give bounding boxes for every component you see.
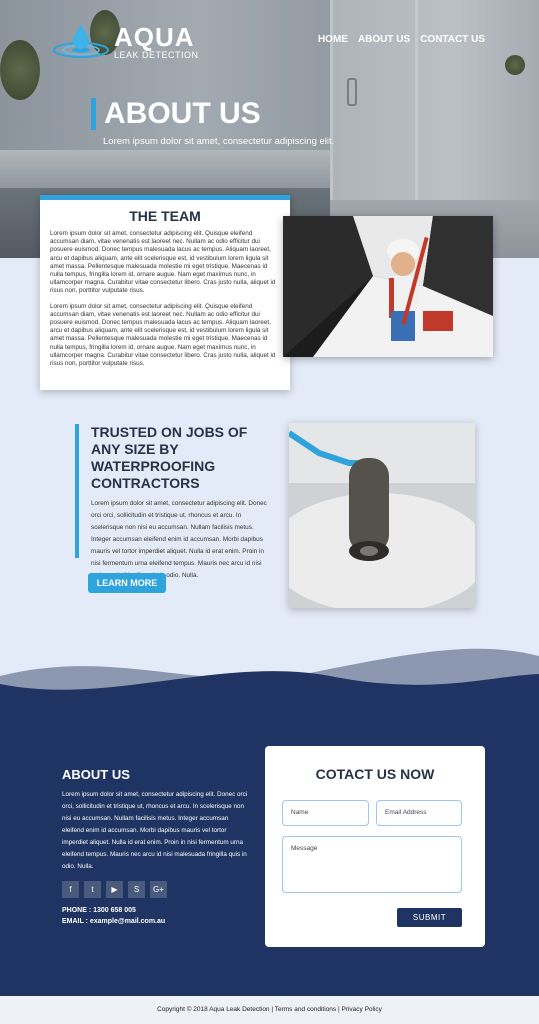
contact-form: COTACT US NOW Name Email Address Message… <box>265 746 485 947</box>
google-plus-icon[interactable]: G+ <box>150 881 167 898</box>
footer-about-text: Lorem ipsum dolor sit amet, consectetur … <box>62 791 248 870</box>
team-paragraph: Lorem ipsum dolor sit amet, consectetur … <box>50 230 276 295</box>
plumber-photo <box>283 216 493 357</box>
copyright-bar: Copyright © 2018 Aqua Leak Detection | T… <box>0 996 539 1024</box>
footer-email[interactable]: EMAIL : example@mail.com.au <box>62 918 165 925</box>
social-links: f t ▶ S G+ <box>62 881 167 898</box>
logo-text: AQUA LEAK DETECTION <box>114 24 199 60</box>
email-field[interactable]: Email Address <box>376 800 462 826</box>
hero-subtitle: Lorem ipsum dolor sit amet, consectetur … <box>103 136 335 147</box>
youtube-icon[interactable]: ▶ <box>106 881 123 898</box>
message-field[interactable]: Message <box>282 836 462 893</box>
nav-home[interactable]: HOME <box>318 34 348 45</box>
footer-phone: PHONE : 1300 658 005 <box>62 907 136 914</box>
contact-title: COTACT US NOW <box>315 766 435 782</box>
skype-icon[interactable]: S <box>128 881 145 898</box>
twitter-icon[interactable]: t <box>84 881 101 898</box>
facebook-icon[interactable]: f <box>62 881 79 898</box>
logo[interactable]: AQUA LEAK DETECTION <box>52 22 199 62</box>
trusted-text: Lorem ipsum dolor sit amet, consectetur … <box>91 500 267 579</box>
team-paragraph: Lorem ipsum dolor sit amet, consectetur … <box>50 302 276 368</box>
footer-about-title: ABOUT US <box>62 767 130 782</box>
brand-name: AQUA <box>114 22 195 52</box>
paint-roller-photo <box>289 423 475 608</box>
team-card: THE TEAM Lorem ipsum dolor sit amet, con… <box>40 195 290 390</box>
submit-button[interactable]: SUBMIT <box>397 908 462 927</box>
water-drop-logo-icon <box>52 22 110 62</box>
team-title: THE TEAM <box>129 208 201 224</box>
nav-about-us[interactable]: ABOUT US <box>358 34 410 45</box>
name-field[interactable]: Name <box>282 800 369 826</box>
brand-tagline: LEAK DETECTION <box>114 50 199 60</box>
main-nav: HOME ABOUT US CONTACT US <box>318 34 485 45</box>
learn-more-button[interactable]: LEARN MORE <box>88 573 166 593</box>
nav-contact-us[interactable]: CONTACT US <box>420 34 485 45</box>
trusted-section: TRUSTED ON JOBS OF ANY SIZE BY WATERPROO… <box>75 424 275 579</box>
page-title: ABOUT US <box>91 98 261 130</box>
trusted-title: TRUSTED ON JOBS OF ANY SIZE BY WATERPROO… <box>91 424 248 491</box>
